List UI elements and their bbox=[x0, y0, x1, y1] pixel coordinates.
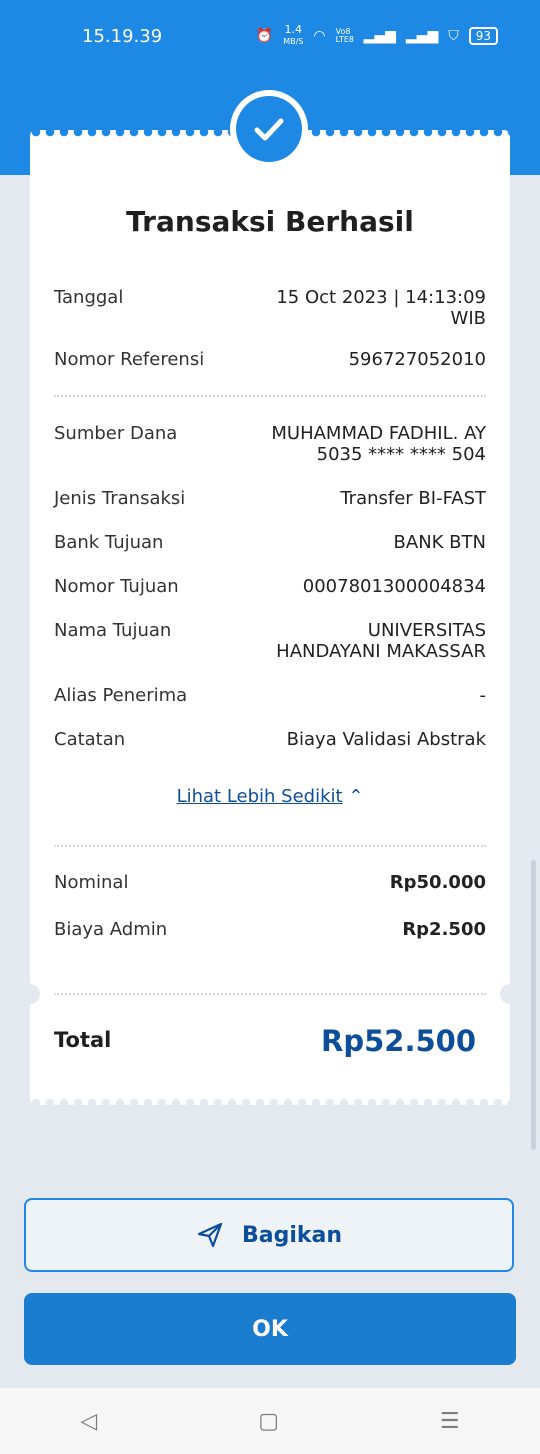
alias-label: Alias Penerima bbox=[54, 685, 188, 706]
sumber-label: Sumber Dana bbox=[54, 423, 178, 444]
divider bbox=[54, 845, 486, 847]
left-notch bbox=[20, 984, 40, 1004]
check-icon bbox=[236, 96, 302, 162]
referensi-value: 596727052010 bbox=[348, 349, 486, 370]
nama-label: Nama Tujuan bbox=[54, 620, 172, 641]
row-nomor-tujuan: Nomor Tujuan 0007801300004834 bbox=[54, 576, 486, 597]
catatan-value: Biaya Validasi Abstrak bbox=[286, 729, 486, 750]
show-less-link[interactable]: Lihat Lebih Sedikit ⌃ bbox=[0, 786, 540, 807]
row-catatan: Catatan Biaya Validasi Abstrak bbox=[54, 729, 486, 750]
signal-icon-2: ▂▄▆ bbox=[405, 27, 439, 44]
divider bbox=[54, 395, 486, 397]
tanggal-label: Tanggal bbox=[54, 287, 124, 308]
row-bank: Bank Tujuan BANK BTN bbox=[54, 532, 486, 553]
row-alias: Alias Penerima - bbox=[54, 685, 486, 706]
row-tanggal: Tanggal 15 Oct 2023 | 14:13:09 WIB bbox=[54, 287, 486, 329]
menu-icon[interactable]: ☰ bbox=[440, 1409, 460, 1434]
catatan-label: Catatan bbox=[54, 729, 126, 750]
admin-label: Biaya Admin bbox=[54, 919, 168, 940]
nominal-value: Rp50.000 bbox=[389, 872, 486, 893]
row-nominal: Nominal Rp50.000 bbox=[54, 872, 486, 893]
page-title: Transaksi Berhasil bbox=[126, 205, 414, 238]
share-button[interactable]: Bagikan bbox=[24, 1198, 514, 1272]
divider bbox=[54, 993, 486, 995]
row-admin: Biaya Admin Rp2.500 bbox=[54, 919, 486, 940]
jenis-value: Transfer BI-FAST bbox=[340, 488, 486, 509]
receipt-bottom-edge bbox=[30, 1098, 510, 1105]
total-label: Total bbox=[54, 1028, 112, 1052]
status-icons: ⏰ 1.4 MB/S ◠ Vo8 LTE8 ▂▄▆ ▂▄▆ ⛉ 93 bbox=[256, 24, 498, 47]
net-speed: 1.4 MB/S bbox=[283, 23, 304, 46]
battery-icon: 93 bbox=[468, 26, 498, 45]
receipt-card bbox=[30, 130, 510, 1105]
row-jenis: Jenis Transaksi Transfer BI-FAST bbox=[54, 488, 486, 509]
nominal-label: Nominal bbox=[54, 872, 129, 893]
nomor-label: Nomor Tujuan bbox=[54, 576, 179, 597]
share-label: Bagikan bbox=[241, 1222, 343, 1248]
referensi-label: Nomor Referensi bbox=[54, 349, 205, 370]
alias-value: - bbox=[479, 685, 487, 706]
wifi-icon: ◠ bbox=[313, 27, 326, 44]
right-notch bbox=[500, 984, 520, 1004]
ok-button[interactable]: OK bbox=[24, 1293, 516, 1365]
system-nav-bar: ◁ ▢ ☰ bbox=[0, 1388, 540, 1454]
signal-icon: ▂▄▆ bbox=[363, 27, 396, 44]
home-icon[interactable]: ▢ bbox=[258, 1409, 279, 1434]
shield-icon: ⛉ bbox=[448, 27, 459, 44]
nomor-value: 0007801300004834 bbox=[302, 576, 486, 597]
chevron-up-icon: ⌃ bbox=[348, 786, 364, 807]
row-referensi: Nomor Referensi 596727052010 bbox=[54, 349, 486, 370]
show-less-text[interactable]: Lihat Lebih Sedikit bbox=[177, 786, 343, 807]
success-badge bbox=[230, 90, 308, 168]
jenis-label: Jenis Transaksi bbox=[54, 488, 186, 509]
sumber-value: MUHAMMAD FADHIL. AY 5035 **** **** 504 bbox=[271, 423, 486, 465]
alarm-icon: ⏰ bbox=[255, 27, 274, 44]
status-time: 15.19.39 bbox=[82, 26, 163, 47]
nama-value: UNIVERSITAS HANDAYANI MAKASSAR bbox=[276, 620, 486, 662]
tanggal-value: 15 Oct 2023 | 14:13:09 WIB bbox=[276, 287, 486, 329]
back-icon[interactable]: ◁ bbox=[80, 1409, 97, 1434]
bank-value: BANK BTN bbox=[393, 532, 486, 553]
row-sumber-dana: Sumber Dana MUHAMMAD FADHIL. AY 5035 ****… bbox=[54, 423, 486, 465]
volte-indicator: Vo8 LTE8 bbox=[335, 26, 354, 44]
scrollbar[interactable] bbox=[531, 860, 536, 1150]
send-icon bbox=[197, 1222, 223, 1248]
row-nama-tujuan: Nama Tujuan UNIVERSITAS HANDAYANI MAKASSA… bbox=[54, 620, 486, 662]
total-value: Rp52.500 bbox=[321, 1024, 476, 1058]
bank-label: Bank Tujuan bbox=[54, 532, 164, 553]
admin-value: Rp2.500 bbox=[402, 919, 486, 940]
